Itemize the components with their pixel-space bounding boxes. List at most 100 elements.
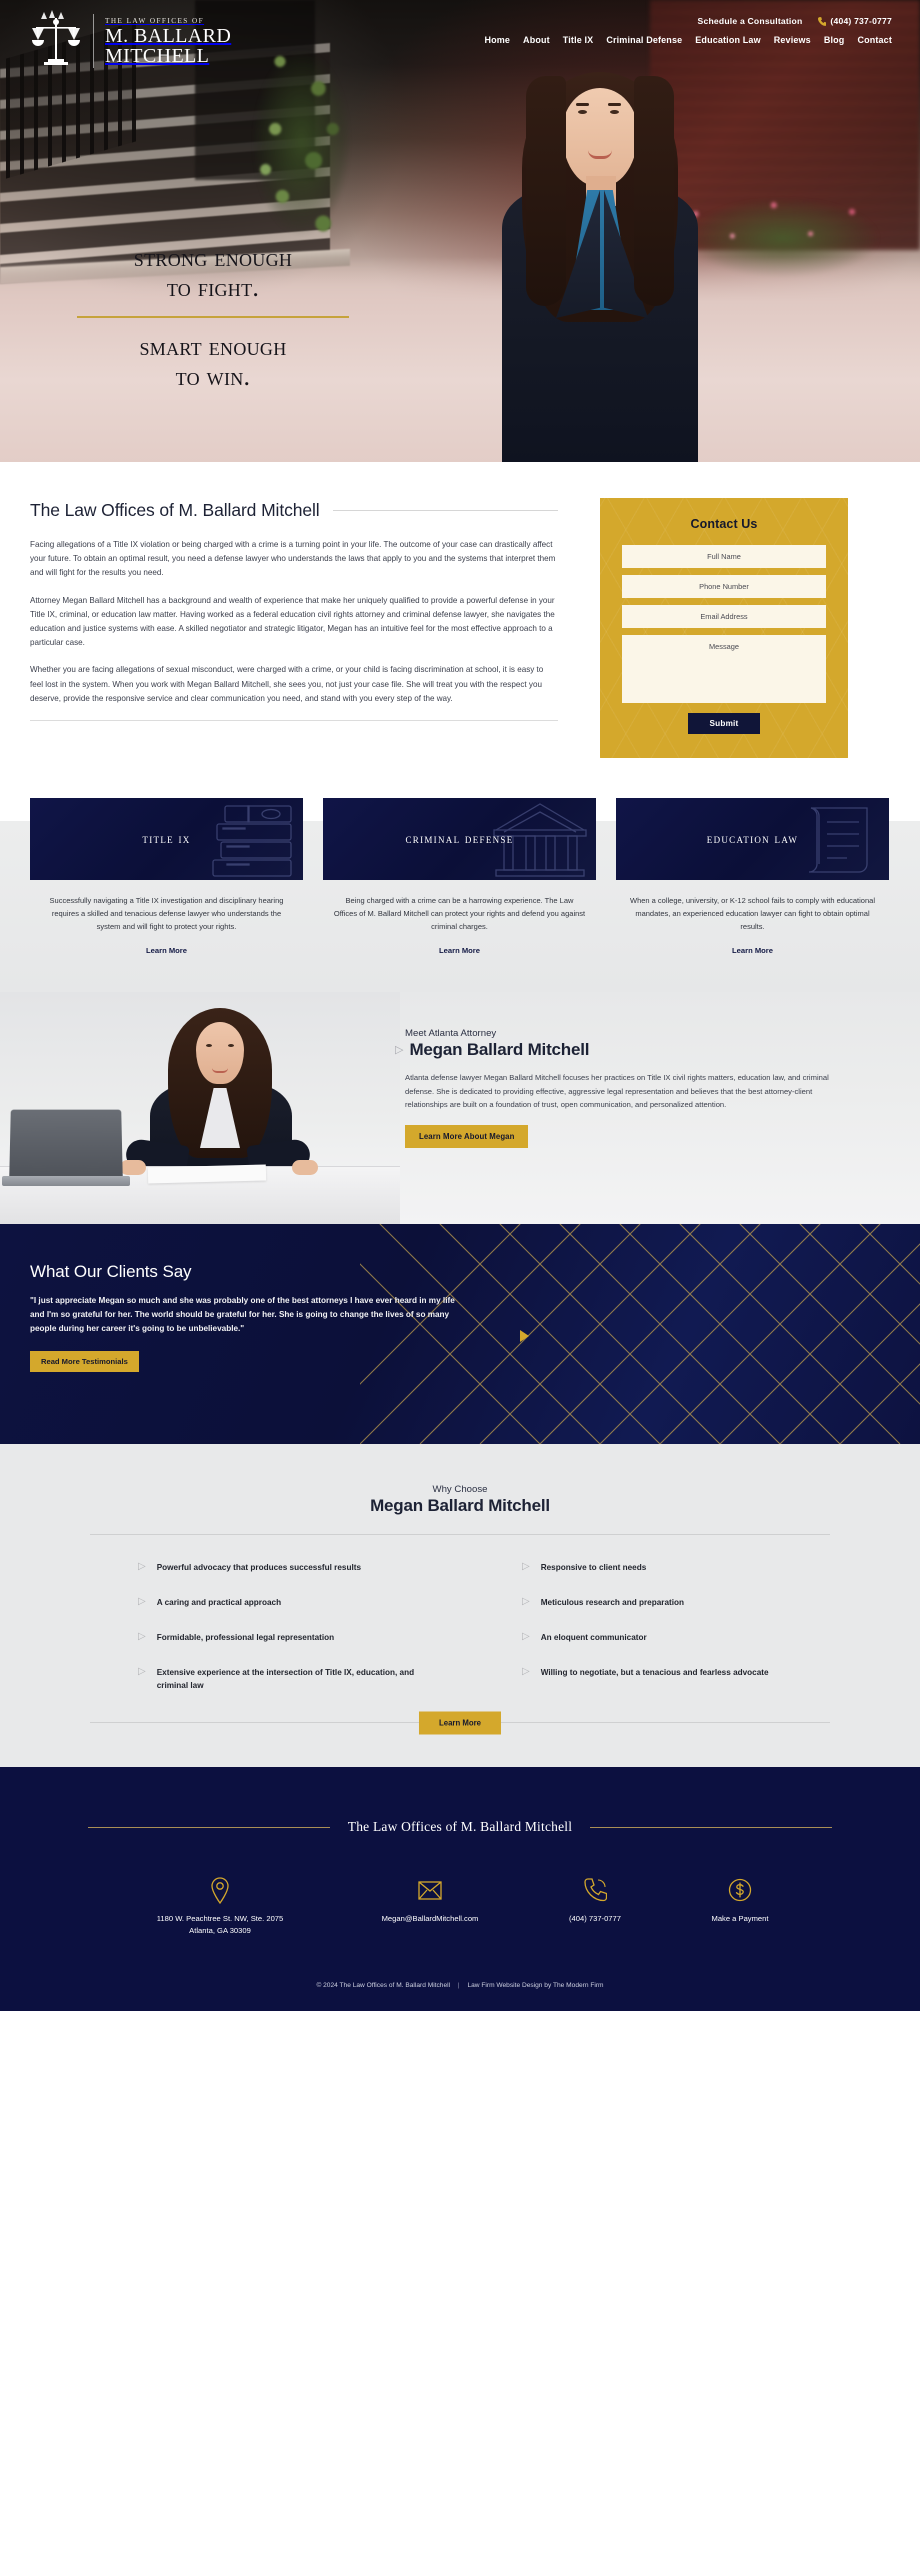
practice-card-image: Education Law [616, 798, 889, 880]
footer-email-link[interactable]: Megan@BallardMitchell.com [335, 1913, 525, 1925]
email-address-input[interactable] [622, 605, 826, 628]
nav-item-contact[interactable]: Contact [857, 35, 892, 45]
intro-section: The Law Offices of M. Ballard Mitchell F… [0, 462, 920, 758]
practice-card-image: Title IX [30, 798, 303, 880]
phone-icon [818, 16, 827, 26]
why-choose-learn-more-button[interactable]: Learn More [418, 1711, 502, 1734]
footer-payment-block[interactable]: Make a Payment [665, 1875, 815, 1925]
why-choose-section: Why Choose Megan Ballard Mitchell ▷ Powe… [0, 1444, 920, 1767]
practice-card-title-ix[interactable]: Title IX Successfully navigating a Title… [30, 798, 303, 958]
homepage: THE LAW OFFICES OF M. BALLARD MITCHELL S… [0, 0, 920, 2011]
footer-rule-right [590, 1826, 833, 1828]
list-item-text: Formidable, professional legal represent… [156, 1633, 335, 1642]
triangle-right-icon: ▷ [522, 1596, 530, 1607]
practice-card-description: Being charged with a crime can be a harr… [333, 896, 586, 931]
list-item: ▷ Extensive experience at the intersecti… [90, 1666, 446, 1692]
phone-number-input[interactable] [622, 575, 826, 598]
hero-divider [77, 316, 349, 318]
list-item-text: Powerful advocacy that produces successf… [156, 1563, 362, 1572]
site-footer: The Law Offices of M. Ballard Mitchell 1… [0, 1767, 920, 2011]
triangle-right-icon: ▷ [138, 1596, 146, 1607]
contact-form: Contact Us Submit [600, 498, 848, 758]
testimonials-section: What Our Clients Say "I just appreciate … [0, 1224, 920, 1444]
header-phone-number: (404) 737-0777 [830, 16, 892, 26]
nav-item-title-ix[interactable]: Title IX [563, 35, 594, 45]
page-title: The Law Offices of M. Ballard Mitchell [30, 500, 320, 520]
make-a-payment-link[interactable]: Make a Payment [665, 1913, 815, 1925]
logo-name-line2: MITCHELL [105, 44, 210, 67]
triangle-right-icon: ▷ [395, 1043, 404, 1056]
intro-bottom-rule [30, 720, 558, 722]
nav-item-criminal-defense[interactable]: Criminal Defense [606, 35, 682, 45]
list-item: ▷ Meticulous research and preparation [474, 1596, 830, 1609]
testimonials-heading: What Our Clients Say [30, 1262, 192, 1281]
footer-rule-left [87, 1826, 330, 1828]
message-textarea[interactable] [622, 635, 826, 703]
hero-line-1: Strong Enough [133, 243, 293, 272]
list-item-text: A caring and practical approach [156, 1598, 282, 1607]
header-phone[interactable]: (404) 737-0777 [818, 16, 892, 26]
read-more-testimonials-button[interactable]: Read More Testimonials [30, 1350, 139, 1372]
intro-text-column: The Law Offices of M. Ballard Mitchell F… [30, 498, 558, 722]
law-books-icon [212, 805, 292, 877]
footer-credit-link[interactable]: Law Firm Website Design by The Modern Fi… [467, 1982, 603, 1989]
list-item-text: Willing to negotiate, but a tenacious an… [540, 1668, 769, 1677]
footer-email-block[interactable]: Megan@BallardMitchell.com [335, 1875, 525, 1925]
practice-areas-section: Title IX Successfully navigating a Title… [0, 758, 920, 992]
triangle-right-icon: ▷ [138, 1666, 146, 1677]
list-item: ▷ Willing to negotiate, but a tenacious … [474, 1666, 830, 1692]
map-pin-icon [105, 1875, 335, 1905]
header-utility-bar: Schedule a Consultation (404) 737-0777 [698, 16, 892, 26]
nav-item-home[interactable]: Home [484, 35, 510, 45]
schedule-consultation-link[interactable]: Schedule a Consultation [698, 16, 803, 26]
practice-card-description: When a college, university, or K-12 scho… [630, 896, 875, 931]
attorney-desk-photo [0, 992, 400, 1224]
testimonial-quote: "I just appreciate Megan so much and she… [30, 1296, 455, 1334]
why-choose-list: ▷ Powerful advocacy that produces succes… [90, 1561, 830, 1692]
why-choose-top-rule [90, 1534, 830, 1535]
nav-item-about[interactable]: About [523, 35, 550, 45]
list-item: ▷ Formidable, professional legal represe… [90, 1631, 446, 1644]
triangle-right-icon: ▷ [138, 1631, 146, 1642]
nav-item-blog[interactable]: Blog [824, 35, 845, 45]
contact-form-title: Contact Us [690, 517, 758, 531]
footer-separator: | [457, 1982, 460, 1989]
full-name-input[interactable] [622, 545, 826, 568]
submit-button[interactable]: Submit [687, 713, 761, 734]
practice-card-criminal-defense[interactable]: Criminal Defense Being charged with a cr… [323, 798, 596, 958]
learn-more-about-megan-button[interactable]: Learn More About Megan [405, 1124, 529, 1148]
practice-card-learn-more-link[interactable]: Learn More [146, 946, 187, 955]
attorney-hero-photo [470, 62, 730, 462]
logo-divider [93, 14, 94, 68]
hero-line-2: to Fight. [166, 273, 260, 302]
footer-phone-link[interactable]: (404) 737-0777 [525, 1913, 665, 1925]
dollar-circle-icon [665, 1875, 815, 1905]
meet-attorney-name: Megan Ballard Mitchell [409, 1040, 590, 1059]
footer-firm-name: The Law Offices of M. Ballard Mitchell [347, 1819, 573, 1834]
practice-card-learn-more-link[interactable]: Learn More [439, 946, 480, 955]
logo-kicker: THE LAW OFFICES OF [105, 16, 205, 25]
practice-card-education-law[interactable]: Education Law When a college, university… [616, 798, 889, 958]
nav-item-education-law[interactable]: Education Law [695, 35, 760, 45]
logo-name-line1: M. BALLARD [105, 24, 232, 47]
hero-line-4: to Win. [175, 362, 251, 391]
footer-address-block[interactable]: 1180 W. Peachtree St. NW, Ste. 2075 Atla… [105, 1875, 335, 1936]
triangle-right-icon: ▷ [522, 1561, 530, 1572]
footer-phone-block[interactable]: (404) 737-0777 [525, 1875, 665, 1925]
practice-card-learn-more-link[interactable]: Learn More [732, 946, 773, 955]
footer-address-line1: 1180 W. Peachtree St. NW, Ste. 2075 [156, 1914, 284, 1923]
meet-attorney-section: Meet Atlanta Attorney ▷ Megan Ballard Mi… [0, 992, 920, 1224]
play-arrow-icon[interactable] [520, 1330, 529, 1342]
why-choose-kicker: Why Choose [432, 1484, 488, 1495]
meet-attorney-copy: Meet Atlanta Attorney ▷ Megan Ballard Mi… [395, 1028, 855, 1148]
hero-line-3: Smart Enough [139, 332, 287, 361]
envelope-icon [335, 1875, 525, 1905]
nav-item-reviews[interactable]: Reviews [774, 35, 811, 45]
list-item-text: Meticulous research and preparation [540, 1598, 685, 1607]
why-choose-name: Megan Ballard Mitchell [370, 1496, 550, 1515]
heading-rule [332, 510, 558, 511]
intro-paragraph-2: Attorney Megan Ballard Mitchell has a ba… [30, 595, 555, 648]
hero-section: THE LAW OFFICES OF M. BALLARD MITCHELL S… [0, 0, 920, 462]
list-item: ▷ An eloquent communicator [474, 1631, 830, 1644]
site-logo[interactable]: THE LAW OFFICES OF M. BALLARD MITCHELL [30, 10, 231, 72]
